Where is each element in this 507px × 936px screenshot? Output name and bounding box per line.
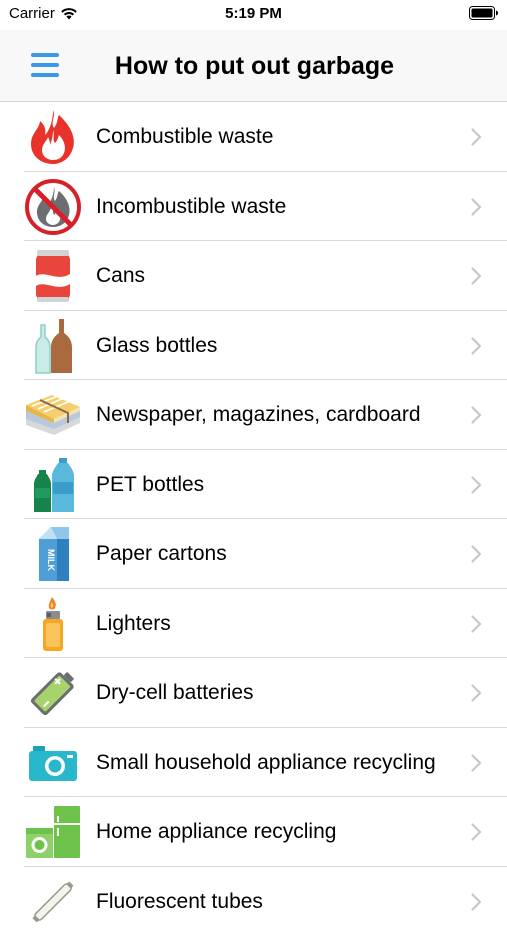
garbage-category-list: Combustible waste Incombustible waste [0,102,507,936]
lighter-icon [24,595,82,653]
list-item-label: Home appliance recycling [96,797,336,867]
list-item-label: Newspaper, magazines, cardboard [96,380,421,450]
fluorescent-tube-icon [24,873,82,931]
list-item-label: Fluorescent tubes [96,867,263,936]
newspaper-bundle-icon [24,386,82,444]
camera-icon [24,734,82,792]
chevron-right-icon [471,406,482,424]
pet-bottles-icon [24,456,82,514]
list-item-newspaper-magazines-cardboard[interactable]: Newspaper, magazines, cardboard [0,380,507,450]
no-fire-icon [24,178,82,236]
flame-icon [24,108,82,166]
list-item-small-household-appliance-recycling[interactable]: Small household appliance recycling [0,728,507,798]
list-item-combustible-waste[interactable]: Combustible waste [0,102,507,172]
list-item-lighters[interactable]: Lighters [0,589,507,659]
list-item-label: Incombustible waste [96,172,286,242]
chevron-right-icon [471,754,482,772]
navigation-bar: How to put out garbage [0,30,507,102]
battery-status-icon [469,6,499,20]
home-appliances-icon [24,803,82,861]
chevron-right-icon [471,615,482,633]
chevron-right-icon [471,476,482,494]
list-item-label: Glass bottles [96,311,217,381]
status-time: 5:19 PM [0,5,507,22]
glass-bottles-icon [24,317,82,375]
can-icon [24,247,82,305]
list-item-cans[interactable]: Cans [0,241,507,311]
chevron-right-icon [471,684,482,702]
battery-icon [24,664,82,722]
list-item-dry-cell-batteries[interactable]: Dry-cell batteries [0,658,507,728]
list-item-label: PET bottles [96,450,204,520]
list-item-home-appliance-recycling[interactable]: Home appliance recycling [0,797,507,867]
list-item-label: Dry-cell batteries [96,658,254,728]
status-bar: Carrier 5:19 PM [0,0,507,30]
chevron-right-icon [471,198,482,216]
list-item-glass-bottles[interactable]: Glass bottles [0,311,507,381]
list-item-incombustible-waste[interactable]: Incombustible waste [0,172,507,242]
list-item-label: Lighters [96,589,171,659]
page-title: How to put out garbage [0,52,507,81]
chevron-right-icon [471,823,482,841]
chevron-right-icon [471,128,482,146]
svg-text:MILK: MILK [46,549,56,571]
list-item-fluorescent-tubes[interactable]: Fluorescent tubes [0,867,507,936]
list-item-pet-bottles[interactable]: PET bottles [0,450,507,520]
chevron-right-icon [471,893,482,911]
chevron-right-icon [471,337,482,355]
chevron-right-icon [471,267,482,285]
list-item-label: Cans [96,241,145,311]
chevron-right-icon [471,545,482,563]
list-item-label: Small household appliance recycling [96,728,436,798]
list-item-paper-cartons[interactable]: MILK Paper cartons [0,519,507,589]
list-item-label: Paper cartons [96,519,227,589]
milk-carton-icon: MILK [24,525,82,583]
list-item-label: Combustible waste [96,102,273,172]
